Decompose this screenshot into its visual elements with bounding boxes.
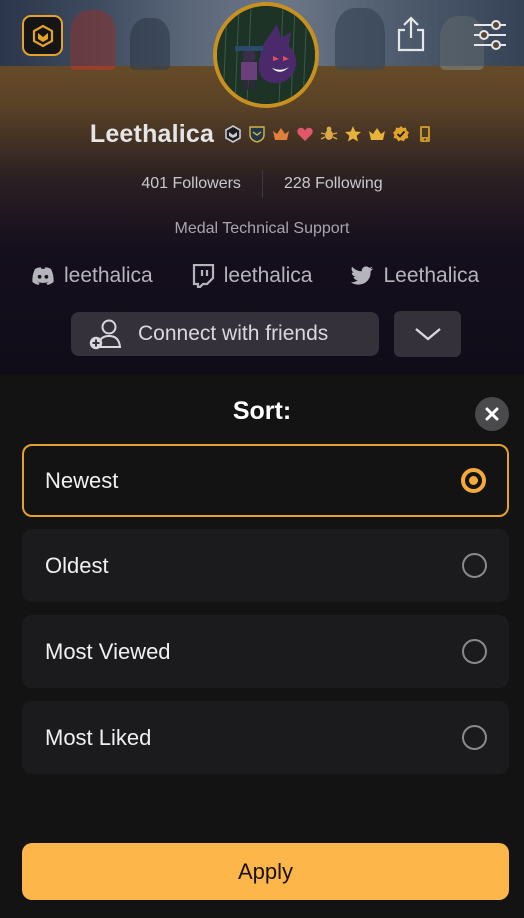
profile-bio: Medal Technical Support — [174, 220, 350, 237]
shield-badge-icon[interactable] — [248, 125, 266, 143]
radio-selected-icon[interactable] — [461, 468, 486, 493]
share-icon — [397, 16, 425, 52]
sort-option-most-viewed[interactable]: Most Viewed — [22, 615, 509, 688]
sort-option-label: Newest — [45, 467, 119, 493]
connect-label: Connect with friends — [138, 322, 329, 345]
twitch-handle: leethalica — [223, 264, 313, 287]
close-button[interactable] — [475, 397, 509, 431]
stats-divider — [261, 170, 263, 198]
add-friend-icon — [89, 319, 122, 350]
sliders-icon — [474, 20, 506, 50]
discord-link[interactable]: leethalica — [31, 264, 153, 288]
filter-settings-button[interactable] — [472, 20, 508, 50]
apply-button[interactable]: Apply — [22, 843, 509, 900]
crown-badge-icon[interactable] — [272, 125, 290, 143]
connect-with-friends-button[interactable]: Connect with friends — [71, 312, 379, 356]
twitch-icon — [192, 264, 214, 288]
share-button[interactable] — [394, 16, 428, 52]
sort-sheet: Sort: Newest Oldest Most Viewed Most Lik… — [0, 375, 524, 918]
profile-more-dropdown[interactable] — [394, 311, 461, 357]
medal-logo-badge-icon[interactable] — [224, 125, 242, 143]
sort-option-label: Most Liked — [45, 724, 152, 750]
radio-unselected-icon[interactable] — [462, 639, 487, 664]
following-count[interactable]: 228 Following — [284, 175, 383, 193]
discord-icon — [32, 267, 54, 285]
follow-stats: 401 Followers 228 Following — [0, 170, 524, 198]
radio-unselected-icon[interactable] — [462, 725, 487, 750]
bug-badge-icon[interactable] — [320, 125, 338, 143]
username-row: Leethalica — [0, 116, 524, 152]
discord-handle: leethalica — [64, 264, 153, 287]
twitter-link[interactable]: Leethalica — [350, 264, 479, 288]
twitter-handle: Leethalica — [383, 264, 480, 287]
sort-title: Sort: — [232, 397, 292, 425]
medal-logo-icon[interactable] — [22, 15, 63, 56]
chevron-down-icon — [414, 328, 441, 341]
close-icon — [485, 407, 499, 421]
sort-option-label: Oldest — [45, 552, 109, 578]
sort-option-oldest[interactable]: Oldest — [22, 529, 509, 602]
profile-header: Leethalica 401 Followers 228 Following M… — [0, 0, 524, 375]
radio-unselected-icon[interactable] — [462, 553, 487, 578]
twitch-link[interactable]: leethalica — [191, 264, 313, 288]
star-badge-icon[interactable] — [344, 125, 362, 143]
followers-count[interactable]: 401 Followers — [141, 175, 241, 193]
sort-option-newest[interactable]: Newest — [22, 444, 509, 517]
crown-badge-2-icon[interactable] — [368, 125, 386, 143]
phone-badge-icon[interactable] — [416, 125, 434, 143]
sort-option-label: Most Viewed — [45, 638, 171, 664]
heart-badge-icon[interactable] — [296, 125, 314, 143]
username: Leethalica — [89, 119, 215, 148]
twitter-icon — [351, 266, 374, 285]
avatar[interactable] — [213, 2, 319, 108]
sort-option-most-liked[interactable]: Most Liked — [22, 701, 509, 774]
verified-badge-icon[interactable] — [392, 125, 410, 143]
social-links: leethalica leethalica Leethalica — [31, 260, 524, 292]
